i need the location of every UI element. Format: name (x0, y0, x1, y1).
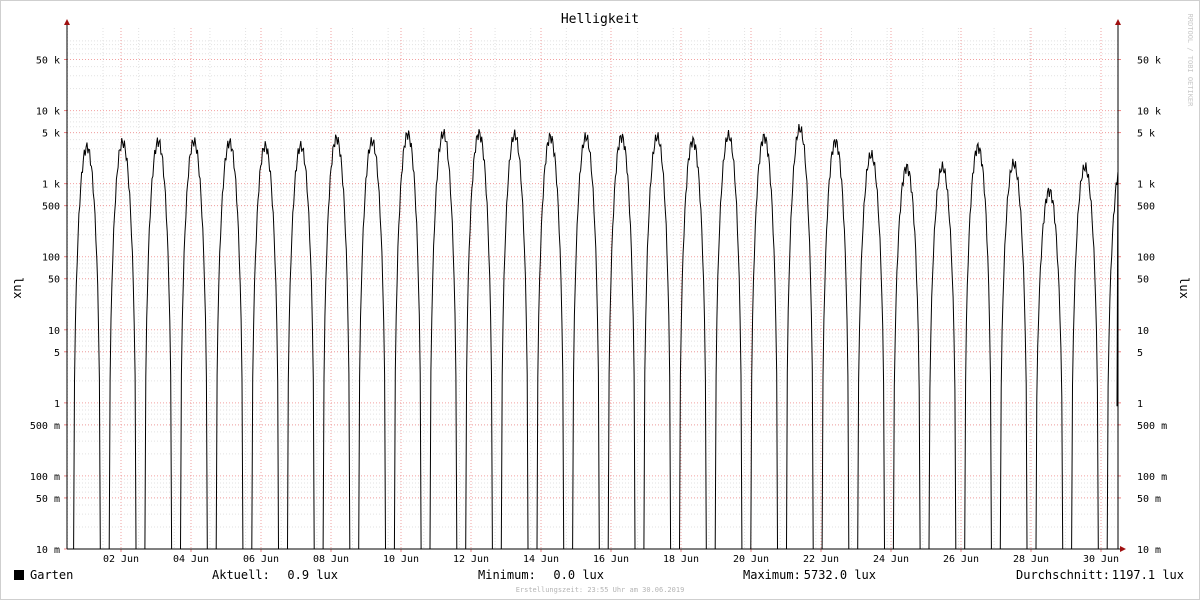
y-tick-label-left: 50 (48, 275, 60, 286)
y-tick-label-left: 5 (54, 348, 60, 359)
x-tick-label: 12 Jun (453, 554, 489, 565)
y-axis-right-ticks: 50 k 10 k 5 k 1 k 500 100 50 10 5 1 500 m 100 m 50 m… (1137, 55, 1167, 556)
y-axis-left-ticks: 50 k 10 k 5 k 1 k 500 100 50 10 5 1 500 m 100 m 50 m… (30, 55, 60, 556)
legend-max-label: Maximum: (743, 568, 801, 582)
x-tick-label: 04 Jun (173, 554, 209, 565)
y-tick-label-right: 50 k (1137, 55, 1161, 66)
x-tick-label: 06 Jun (243, 554, 279, 565)
brightness-chart: 50 k 10 k 5 k 1 k 500 100 50 10 5 1 500 m 100 m 50 m… (11, 12, 1194, 594)
legend-swatch (14, 570, 24, 580)
x-tick-label: 10 Jun (383, 554, 419, 565)
y-tick-label-right: 50 m (1137, 494, 1161, 505)
y-axis-right-arrow (1115, 19, 1121, 25)
y-tick-label-right: 1 (1137, 399, 1143, 410)
legend-max-value: 5732.0 lux (804, 568, 876, 582)
x-tick-label: 24 Jun (873, 554, 909, 565)
y-tick-label-right: 500 m (1137, 421, 1167, 432)
chart-title: Helligkeit (561, 12, 639, 27)
y-tick-label-right: 10 (1137, 326, 1149, 337)
x-axis-ticks: 02 Jun 04 Jun 06 Jun 08 Jun 10 Jun 12 Jun 14 J… (103, 554, 1119, 565)
y-tick-label-right: 10 k (1137, 107, 1161, 118)
y-tick-label-left: 5 k (42, 129, 60, 140)
x-tick-label: 20 Jun (733, 554, 769, 565)
y-tick-label-left: 1 (54, 399, 60, 410)
y-tick-label-left: 50 m (36, 494, 60, 505)
x-tick-label: 26 Jun (943, 554, 979, 565)
y-tick-label-right: 10 m (1137, 545, 1161, 556)
y-tick-label-right: 50 (1137, 275, 1149, 286)
rrdtool-credit: RRDTOOL / TOBI OETIKER (1186, 14, 1194, 108)
y-tick-label-left: 10 m (36, 545, 60, 556)
legend-min-value: 0.0 lux (553, 568, 604, 582)
y-tick-label-right: 100 (1137, 253, 1155, 264)
creation-time-footer: Erstellungszeit: 23:55 Uhr am 30.06.2019 (516, 586, 685, 594)
legend-current-value: 0.9 lux (287, 568, 338, 582)
y-tick-label-right: 5 (1137, 348, 1143, 359)
legend-current-label: Aktuell: (212, 568, 270, 582)
y-tick-label-right: 5 k (1137, 129, 1155, 140)
y-tick-label-left: 10 (48, 326, 60, 337)
y-tick-label-right: 1 k (1137, 180, 1155, 191)
y-tick-label-left: 1 k (42, 180, 60, 191)
legend-min-label: Minimum: (478, 568, 536, 582)
plot-area (67, 28, 1118, 549)
y-tick-label-right: 500 (1137, 202, 1155, 213)
y-tick-label-left: 500 (42, 202, 60, 213)
y-axis-right-label: lux (1177, 277, 1191, 299)
y-axis-left-label: lux (11, 277, 25, 299)
y-axis-left-arrow (64, 19, 70, 25)
legend-avg-value: 1197.1 lux (1112, 568, 1184, 582)
x-tick-label: 30 Jun (1083, 554, 1119, 565)
legend-avg-label: Durchschnitt: (1016, 568, 1110, 582)
x-axis-arrow (1120, 546, 1126, 552)
y-tick-label-right: 100 m (1137, 472, 1167, 483)
x-tick-label: 18 Jun (663, 554, 699, 565)
x-tick-label: 16 Jun (593, 554, 629, 565)
y-tick-label-left: 100 (42, 253, 60, 264)
y-tick-label-left: 100 m (30, 472, 60, 483)
x-tick-label: 08 Jun (313, 554, 349, 565)
legend-series-name: Garten (30, 568, 73, 582)
y-tick-label-left: 50 k (36, 55, 60, 66)
x-tick-label: 02 Jun (103, 554, 139, 565)
x-tick-label: 14 Jun (523, 554, 559, 565)
y-tick-label-left: 500 m (30, 421, 60, 432)
x-tick-label: 28 Jun (1013, 554, 1049, 565)
x-tick-label: 22 Jun (803, 554, 839, 565)
y-tick-label-left: 10 k (36, 107, 60, 118)
